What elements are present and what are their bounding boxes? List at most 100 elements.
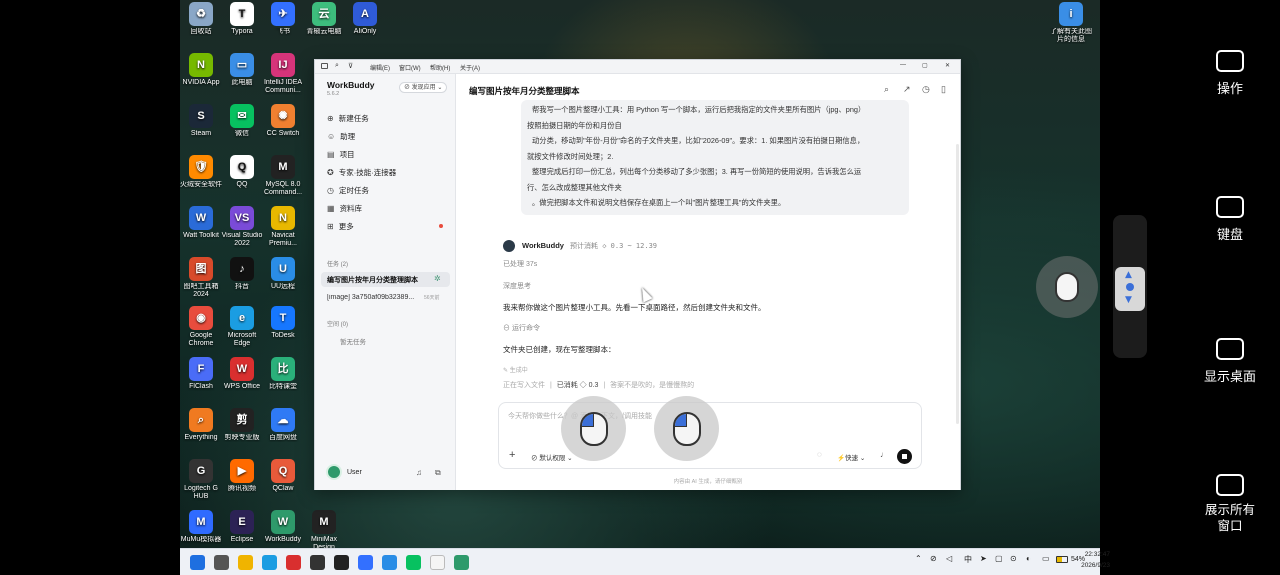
desktop-icon-item[interactable]: W WPS Office — [221, 357, 263, 391]
sidebar-item-3[interactable]: ✪ 专家·技能·连接器 — [327, 167, 396, 178]
desktop-icon-item[interactable]: ⌕ Everything — [180, 408, 222, 442]
task-view-icon[interactable] — [214, 555, 229, 570]
desktop-icon-item[interactable]: Q QClaw — [262, 459, 304, 493]
menu-window[interactable]: 窗口(W) — [399, 63, 421, 72]
desktop-icon-item[interactable]: ▭ 此电脑 — [221, 53, 263, 87]
stop-button[interactable] — [897, 449, 912, 464]
processed-time[interactable]: 已处理 37s — [503, 259, 537, 269]
window-icon[interactable]: ⧉ — [435, 468, 441, 478]
show-desktop-button[interactable]: 显示桌面 — [1200, 338, 1260, 385]
sidebar-item-1[interactable]: ☺ 助理 — [327, 131, 355, 142]
desktop-icon-item[interactable]: E Eclipse — [221, 510, 263, 544]
desktop-icon-item[interactable]: M MiniMax Design — [303, 510, 345, 548]
run-command-step[interactable]: ⊖ 运行命令 — [503, 323, 540, 333]
typora-icon[interactable] — [430, 555, 445, 570]
desktop-icon-item[interactable]: T ToDesk — [262, 306, 304, 340]
feishu-icon[interactable] — [358, 555, 373, 570]
tray-icon[interactable]: ▢ — [995, 554, 1003, 563]
start-icon[interactable] — [190, 555, 205, 570]
sidebar-item-4[interactable]: ◷ 定时任务 — [327, 185, 369, 196]
desktop-icon-item[interactable]: W Watt Toolkit — [180, 206, 222, 240]
mouse-left-indicator[interactable] — [561, 396, 626, 461]
desktop-icon-item[interactable]: ☁ 百度网盘 — [262, 408, 304, 442]
desktop-icon-item[interactable]: 🛡 火绒安全软件 — [180, 155, 222, 189]
app-icon[interactable] — [310, 555, 325, 570]
desktop-icon-item[interactable]: i 了解有关此图片的信息 — [1050, 2, 1092, 44]
location-icon[interactable]: ➤ — [980, 554, 987, 563]
tasks-header[interactable]: 任务 (2) — [327, 259, 348, 268]
desktop-icon-item[interactable]: N NVIDIA App — [180, 53, 222, 87]
minimize-button[interactable]: — — [900, 62, 906, 68]
desktop-icon-item[interactable]: F FlClash — [180, 357, 222, 391]
file-explorer-icon[interactable] — [238, 555, 253, 570]
discover-apps-button[interactable]: ⊘ 发现应用 ⌄ — [399, 82, 448, 93]
tray-icon[interactable]: ⊘ — [930, 554, 937, 563]
microphone-icon[interactable]: ♩ — [880, 450, 888, 459]
volume-icon[interactable]: ◐ — [1026, 554, 1031, 563]
terminal-icon[interactable] — [334, 555, 349, 570]
sidebar-item-2[interactable]: ▤ 项目 — [327, 149, 355, 160]
sidebar-item-6[interactable]: ⊞ 更多 — [327, 221, 443, 232]
desktop-icon-item[interactable]: 云青椒云电脑 — [303, 2, 345, 36]
filter-icon[interactable]: ⊽ — [348, 62, 353, 70]
desktop-icon-item[interactable]: VS Visual Studio 2022 — [221, 206, 263, 248]
desktop-icon-item[interactable]: 比比特课堂 — [262, 357, 304, 391]
keyboard-button[interactable]: 键盘 — [1200, 196, 1260, 243]
desktop-icon-item[interactable]: IJ IntelliJ IDEA Communi... — [262, 53, 304, 95]
tray-icon[interactable]: ◁ — [946, 554, 952, 563]
scrollbar[interactable] — [956, 144, 959, 424]
desktop-icon-item[interactable]: G Logitech G HUB — [180, 459, 222, 501]
desktop-icon-item[interactable]: 图图吧工具箱 2024 — [180, 257, 222, 299]
task-item[interactable]: [image] 3a750af09b32389... 56天前 — [327, 294, 451, 301]
avatar[interactable] — [326, 464, 342, 480]
desktop-icon-item[interactable]: U UU远程 — [262, 257, 304, 291]
ime-indicator[interactable]: 中 — [964, 554, 972, 565]
desktop-icon-item[interactable]: ✉ 微信 — [221, 104, 263, 138]
mouse-indicator[interactable] — [1036, 256, 1098, 318]
panel-icon[interactable]: ▯ — [941, 84, 946, 95]
edge-icon[interactable] — [262, 555, 277, 570]
desktop-icon-item[interactable]: W WorkBuddy — [262, 510, 304, 544]
desktop-icon-item[interactable]: ♪ 抖音 — [221, 257, 263, 291]
clock-date[interactable]: 2026/9/23 — [1042, 562, 1110, 569]
maximize-button[interactable]: ▢ — [922, 62, 928, 69]
workbuddy-icon[interactable] — [454, 555, 469, 570]
mouse-left-indicator[interactable] — [654, 396, 719, 461]
sidebar-toggle-icon[interactable] — [321, 63, 328, 69]
sidebar-item-0[interactable]: ⊕ 新建任务 — [327, 113, 369, 124]
desktop-icon-item[interactable]: M MySQL 8.0 Command... — [262, 155, 304, 197]
close-button[interactable]: ✕ — [945, 62, 950, 69]
clock-time[interactable]: 22:32:47 — [1050, 551, 1110, 558]
permission-selector[interactable]: ⊘ 默认权限 ⌄ — [531, 452, 573, 462]
operate-button[interactable]: 操作 — [1200, 50, 1260, 97]
desktop-icon-item[interactable]: M MuMu模拟器 — [180, 510, 222, 544]
app-icon[interactable] — [382, 555, 397, 570]
share-icon[interactable]: ↗ — [903, 84, 911, 95]
tray-icon[interactable]: ⊙ — [1010, 554, 1017, 563]
menu-help[interactable]: 帮助(H) — [430, 63, 450, 72]
desktop-icon-item[interactable]: e Microsoft Edge — [221, 306, 263, 348]
search-icon[interactable]: ⌕ — [884, 84, 889, 95]
desktop-icon-item[interactable]: S Steam — [180, 104, 222, 138]
desktop-icon-item[interactable]: Q QQ — [221, 155, 263, 189]
desktop-icon-item[interactable]: ◉ Google Chrome — [180, 306, 222, 348]
show-all-windows-button[interactable]: 展示所有窗口 — [1200, 474, 1260, 534]
desktop-icon-item[interactable]: ✺ CC Switch — [262, 104, 304, 138]
wechat-icon[interactable] — [406, 555, 421, 570]
task-item-active[interactable]: 编写图片按年月分类整理脚本 ✲ — [321, 272, 450, 287]
deep-think-toggle[interactable]: 深度思考 — [503, 281, 531, 291]
scroll-wheel[interactable]: ▲ ▼ — [1115, 267, 1145, 311]
menu-edit[interactable]: 编辑(E) — [370, 63, 390, 72]
speed-selector[interactable]: ⚡快速 ⌄ — [837, 452, 865, 462]
space-header[interactable]: 空间 (0) — [327, 319, 348, 328]
add-icon[interactable]: + — [509, 449, 515, 461]
desktop-icon-item[interactable]: ✈ 飞书 — [262, 2, 304, 36]
wps-icon[interactable] — [286, 555, 301, 570]
desktop-icon-item[interactable]: ▶ 腾讯视频 — [221, 459, 263, 493]
desktop-icon-item[interactable]: ♻ 回收站 — [180, 2, 222, 36]
desktop-icon-item[interactable]: A AIiOnly — [344, 2, 386, 36]
bell-icon[interactable]: ♫ — [416, 468, 422, 477]
history-icon[interactable]: ◷ — [922, 84, 930, 95]
search-icon[interactable]: ⌕ — [335, 62, 339, 70]
menu-about[interactable]: 关于(A) — [460, 63, 480, 72]
